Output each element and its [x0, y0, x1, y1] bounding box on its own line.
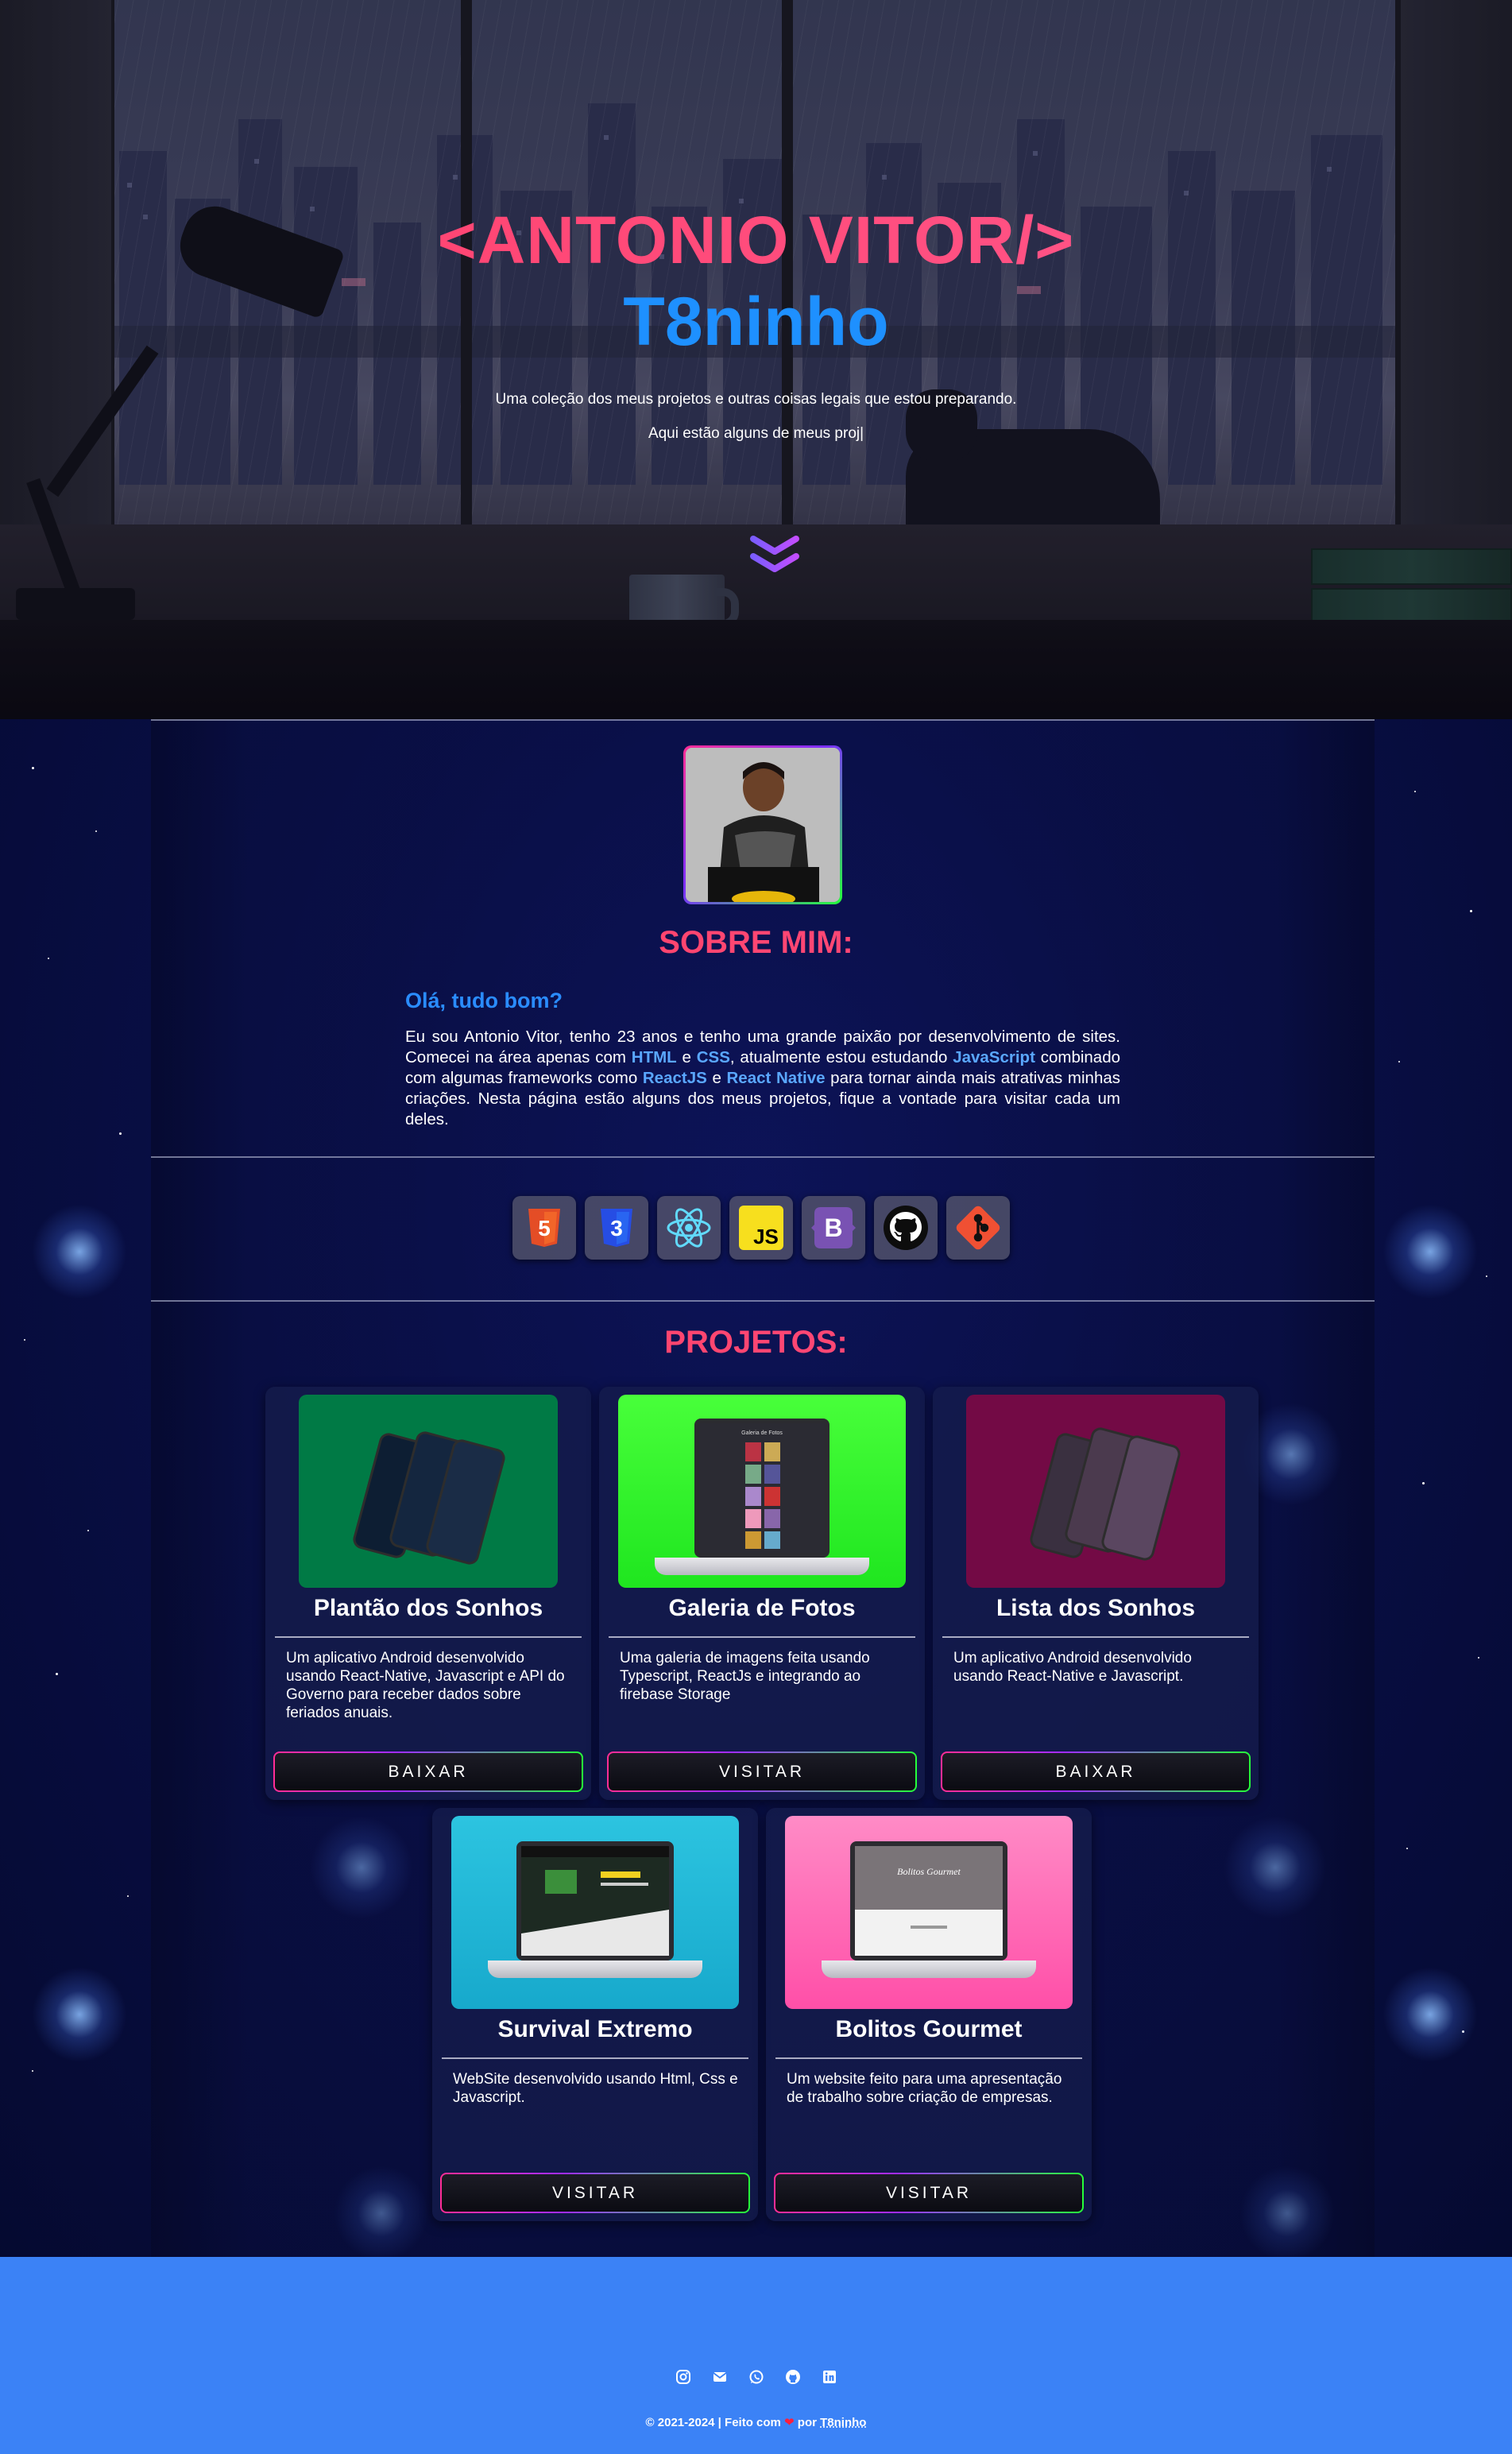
laptop-mockup: [488, 1841, 702, 2000]
highlight-reactjs: ReactJS: [642, 1069, 707, 1087]
react-icon: [657, 1196, 721, 1260]
hero-subtitle: T8ninho: [623, 284, 889, 360]
star-glow: [32, 1967, 127, 2062]
star-glow: [310, 1816, 413, 1919]
heart-icon: ❤: [784, 2416, 795, 2429]
about-greeting: Olá, tudo bom?: [405, 989, 563, 1012]
laptop-base: [655, 1558, 869, 1575]
project-card-bolitos: Bolitos Gourmet Bolitos Gourmet Um websi…: [766, 1808, 1092, 2221]
star-glow: [1382, 1204, 1478, 1299]
double-chevron-down-icon[interactable]: [747, 532, 802, 580]
project-card-survival: Survival Extremo WebSite desenvolvido us…: [432, 1808, 758, 2221]
project-thumbnail: [966, 1395, 1225, 1588]
project-card-plantao: Plantão dos Sonhos Um aplicativo Android…: [265, 1387, 591, 1800]
svg-text:Bolitos Gourmet: Bolitos Gourmet: [897, 1866, 961, 1877]
divider-skills: [151, 1300, 1375, 1302]
visit-button[interactable]: VISITAR: [607, 1751, 917, 1792]
project-card-lista: Lista dos Sonhos Um aplicativo Android d…: [933, 1387, 1259, 1800]
hero-description: Uma coleção dos meus projetos e outras c…: [495, 391, 1017, 408]
laptop-screen: [516, 1841, 674, 1960]
hero-section: <ANTONIO VITOR/> T8ninho Uma coleção dos…: [0, 0, 1512, 719]
project-description: WebSite desenvolvido usando Html, Css e …: [453, 2071, 738, 2106]
html5-icon: 5: [512, 1196, 576, 1260]
instagram-icon[interactable]: [675, 2368, 692, 2386]
project-card-galeria: Galeria de Fotos Galeria de Fotos Uma ga…: [599, 1387, 925, 1800]
project-title: Plantão dos Sonhos: [313, 1595, 543, 1621]
star-glow: [1382, 1967, 1478, 2062]
javascript-icon: JS: [729, 1196, 793, 1260]
projects-section-title: PROJETOS:: [0, 1325, 1512, 1361]
highlight-react-native: React Native: [726, 1069, 826, 1087]
laptop-mockup: Galeria de Fotos: [655, 1419, 869, 1577]
footer-credit: © 2021-2024 | Feito com ❤ por T8ninho: [645, 2416, 867, 2429]
laptop-screen: Galeria de Fotos: [694, 1419, 829, 1558]
star-glow: [32, 1204, 127, 1299]
highlight-javascript: JavaScript: [953, 1048, 1035, 1066]
avatar-photo: [686, 748, 840, 902]
bootstrap-icon: B: [802, 1196, 865, 1260]
card-divider: [775, 2057, 1082, 2059]
github-icon: [874, 1196, 938, 1260]
social-links: [0, 2368, 1512, 2386]
project-title: Survival Extremo: [497, 2016, 693, 2042]
card-divider: [275, 1636, 582, 1638]
card-divider: [609, 1636, 915, 1638]
svg-text:JS: JS: [753, 1225, 779, 1248]
project-description: Uma galeria de imagens feita usando Type…: [620, 1650, 870, 1703]
highlight-css: CSS: [696, 1048, 730, 1066]
about-section-title: SOBRE MIM:: [0, 925, 1512, 961]
star-glow: [1224, 1816, 1327, 1919]
laptop-base: [822, 1960, 1036, 1978]
card-divider: [442, 2057, 748, 2059]
divider-about: [151, 1156, 1375, 1158]
css3-icon: 3: [585, 1196, 648, 1260]
svg-text:3: 3: [610, 1216, 623, 1241]
card-divider: [942, 1636, 1249, 1638]
highlight-html: HTML: [631, 1048, 677, 1066]
svg-text:Galeria de Fotos: Galeria de Fotos: [741, 1430, 783, 1436]
project-thumbnail: [451, 1816, 739, 2009]
project-thumbnail: Bolitos Gourmet: [785, 1816, 1073, 2009]
project-title: Lista dos Sonhos: [996, 1595, 1196, 1621]
avatar: [683, 745, 842, 904]
project-thumbnail: Galeria de Fotos: [618, 1395, 906, 1588]
about-paragraph: Eu sou Antonio Vitor, tenho 23 anos e te…: [405, 1028, 1121, 1128]
download-button[interactable]: BAIXAR: [941, 1751, 1251, 1792]
visit-button[interactable]: VISITAR: [440, 2173, 750, 2213]
star-glow: [1239, 2166, 1335, 2261]
email-icon[interactable]: [711, 2368, 729, 2386]
hero-title: <ANTONIO VITOR/>: [0, 202, 1512, 279]
visit-button[interactable]: VISITAR: [774, 2173, 1084, 2213]
svg-text:5: 5: [538, 1216, 551, 1241]
download-button[interactable]: BAIXAR: [273, 1751, 583, 1792]
project-title: Galeria de Fotos: [668, 1595, 856, 1621]
project-description: Um website feito para uma apresentação d…: [787, 2071, 1062, 2106]
hero-typed-text: Aqui estão alguns de meus proj|: [648, 425, 864, 442]
laptop-screen: Bolitos Gourmet: [850, 1841, 1007, 1960]
linkedin-icon[interactable]: [821, 2368, 838, 2386]
star-glow: [334, 2166, 429, 2261]
person-photo-illustration: [686, 748, 840, 902]
project-description: Um aplicativo Android desenvolvido usand…: [953, 1650, 1192, 1685]
project-description: Um aplicativo Android desenvolvido usand…: [286, 1650, 565, 1721]
project-title: Bolitos Gourmet: [835, 2016, 1023, 2042]
skills-bar: 5 3 JS B: [512, 1196, 1010, 1261]
git-icon: [946, 1196, 1010, 1260]
whatsapp-icon[interactable]: [748, 2368, 765, 2386]
author-link[interactable]: T8ninho: [820, 2416, 866, 2429]
laptop-mockup: Bolitos Gourmet: [822, 1841, 1036, 2000]
github-icon[interactable]: [784, 2368, 802, 2386]
divider-top: [151, 719, 1375, 721]
laptop-base: [488, 1960, 702, 1978]
project-thumbnail: [299, 1395, 558, 1588]
svg-text:B: B: [824, 1213, 842, 1242]
